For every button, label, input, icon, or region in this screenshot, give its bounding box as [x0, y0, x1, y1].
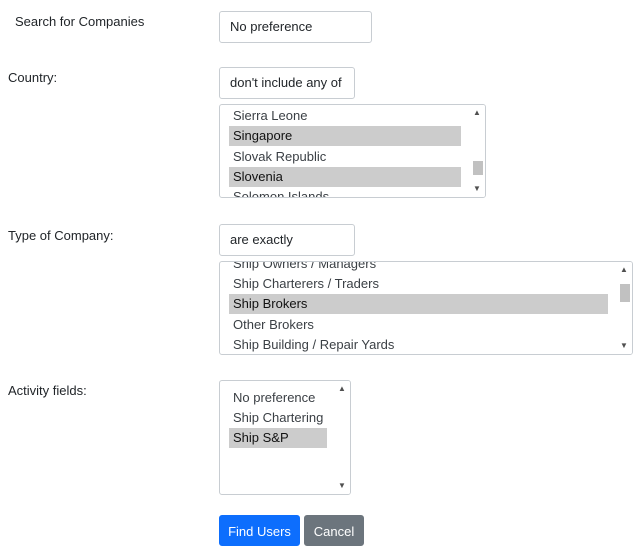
scroll-up-icon[interactable]: ▲ — [334, 383, 350, 395]
scroll-down-icon[interactable]: ▼ — [469, 183, 485, 195]
activity-scrollbar[interactable]: ▲ ▼ — [334, 381, 350, 494]
country-option[interactable]: Solomon Islands — [229, 187, 461, 197]
company-type-option[interactable]: Other Brokers — [229, 315, 608, 335]
country-listbox[interactable]: Sierra Leone Singapore Slovak Republic S… — [219, 104, 486, 198]
country-option[interactable]: Slovak Republic — [229, 147, 461, 167]
company-type-option[interactable]: Ship Brokers — [229, 294, 608, 314]
scroll-down-icon[interactable]: ▼ — [616, 340, 632, 352]
scroll-up-icon[interactable]: ▲ — [469, 107, 485, 119]
scroll-down-icon[interactable]: ▼ — [334, 480, 350, 492]
company-type-mode-select[interactable]: are exactly — [219, 224, 355, 256]
company-type-option[interactable]: Ship Building / Repair Yards — [229, 335, 608, 354]
company-type-label: Type of Company: — [8, 228, 114, 243]
company-type-option[interactable]: Ship Charterers / Traders — [229, 274, 608, 294]
activity-option[interactable]: Ship S&P — [229, 428, 327, 448]
cancel-button[interactable]: Cancel — [304, 515, 364, 546]
search-companies-label: Search for Companies — [15, 14, 145, 29]
country-option[interactable]: Sierra Leone — [229, 106, 461, 126]
search-companies-select[interactable]: No preference — [219, 11, 372, 43]
activity-option[interactable]: Ship Chartering — [229, 408, 327, 428]
scroll-up-icon[interactable]: ▲ — [616, 264, 632, 276]
find-users-button[interactable]: Find Users — [219, 515, 300, 546]
country-label: Country: — [8, 70, 58, 85]
scroll-thumb[interactable] — [620, 284, 630, 302]
scroll-thumb[interactable] — [473, 161, 483, 175]
country-scrollbar[interactable]: ▲ ▼ — [469, 105, 485, 197]
company-type-option[interactable]: Ship Owners / Managers — [229, 262, 608, 274]
country-option[interactable]: Singapore — [229, 126, 461, 146]
activity-option[interactable]: No preference — [229, 388, 327, 408]
country-option[interactable]: Slovenia — [229, 167, 461, 187]
activity-fields-label: Activity fields: — [8, 383, 87, 398]
company-type-scrollbar[interactable]: ▲ ▼ — [616, 262, 632, 354]
company-type-listbox[interactable]: Ship Owners / Managers Ship Charterers /… — [219, 261, 633, 355]
country-mode-select[interactable]: don't include any of — [219, 67, 355, 99]
activity-fields-listbox[interactable]: No preference Ship Chartering Ship S&P ▲… — [219, 380, 351, 495]
